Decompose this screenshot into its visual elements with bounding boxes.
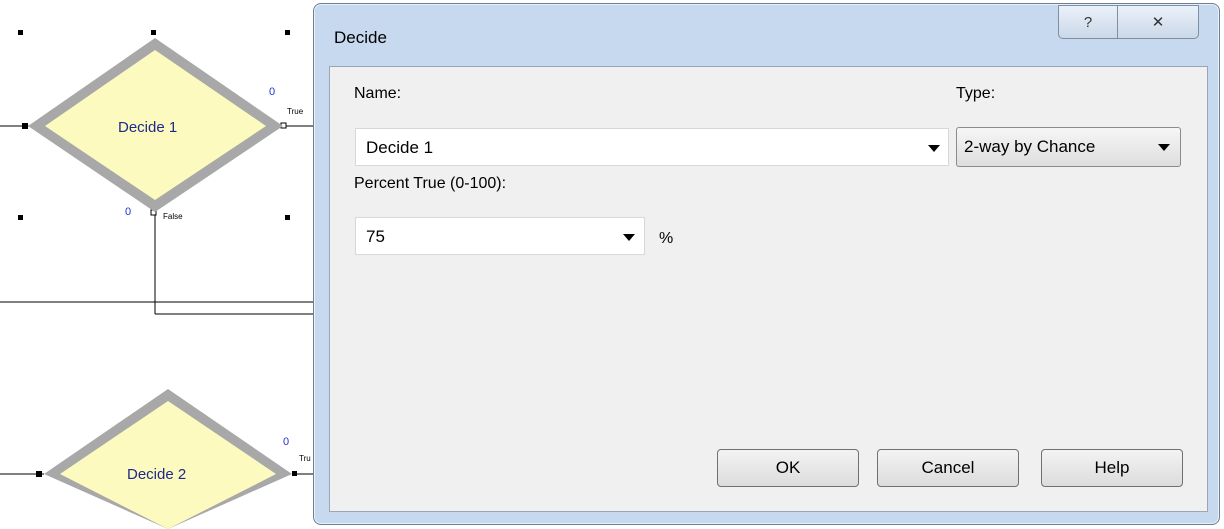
percent-true-value: 75 [366, 227, 385, 246]
decide-dialog: Decide ? ✕ Name: Decide 1 Type: 2-way by… [313, 3, 1220, 525]
name-value: Decide 1 [366, 138, 434, 157]
decide1-false-label: False [163, 212, 183, 221]
dropdown-arrow-icon[interactable] [928, 145, 940, 152]
decide2-true-label: Tru [299, 454, 311, 463]
help-button[interactable]: Help [1041, 449, 1183, 487]
decide1-true-counter: 0 [269, 86, 276, 98]
decide2-true-counter: 0 [283, 436, 290, 448]
selection-handle[interactable] [18, 215, 23, 220]
dialog-title: Decide [334, 28, 387, 47]
dialog-client-area: Name: Decide 1 Type: 2-way by Chance Per… [329, 66, 1208, 512]
dropdown-arrow-icon[interactable] [623, 234, 635, 241]
selection-handle[interactable] [285, 215, 290, 220]
help-icon: ? [1083, 13, 1093, 31]
title-close-button[interactable]: ✕ [1117, 5, 1199, 39]
name-combobox[interactable]: Decide 1 [355, 128, 949, 166]
decide1-label: Decide 1 [118, 119, 178, 136]
ok-button[interactable]: OK [717, 449, 859, 487]
type-select[interactable]: 2-way by Chance [956, 127, 1181, 167]
title-help-button[interactable]: ? [1058, 5, 1118, 39]
name-label: Name: [354, 85, 402, 102]
type-label: Type: [956, 85, 996, 102]
selection-handle[interactable] [151, 30, 156, 35]
close-icon: ✕ [1151, 14, 1165, 31]
decide2-label: Decide 2 [127, 466, 187, 483]
percent-true-combobox[interactable]: 75 [355, 217, 645, 255]
decide1-false-counter: 0 [125, 206, 132, 218]
decide1-true-label: True [287, 107, 304, 116]
cancel-button[interactable]: Cancel [877, 449, 1019, 487]
percent-unit: % [659, 230, 674, 247]
dropdown-arrow-icon[interactable] [1158, 144, 1170, 151]
selection-handle[interactable] [285, 30, 290, 35]
type-value: 2-way by Chance [964, 137, 1096, 156]
percent-true-label: Percent True (0-100): [354, 175, 507, 192]
selection-handle[interactable] [18, 30, 23, 35]
